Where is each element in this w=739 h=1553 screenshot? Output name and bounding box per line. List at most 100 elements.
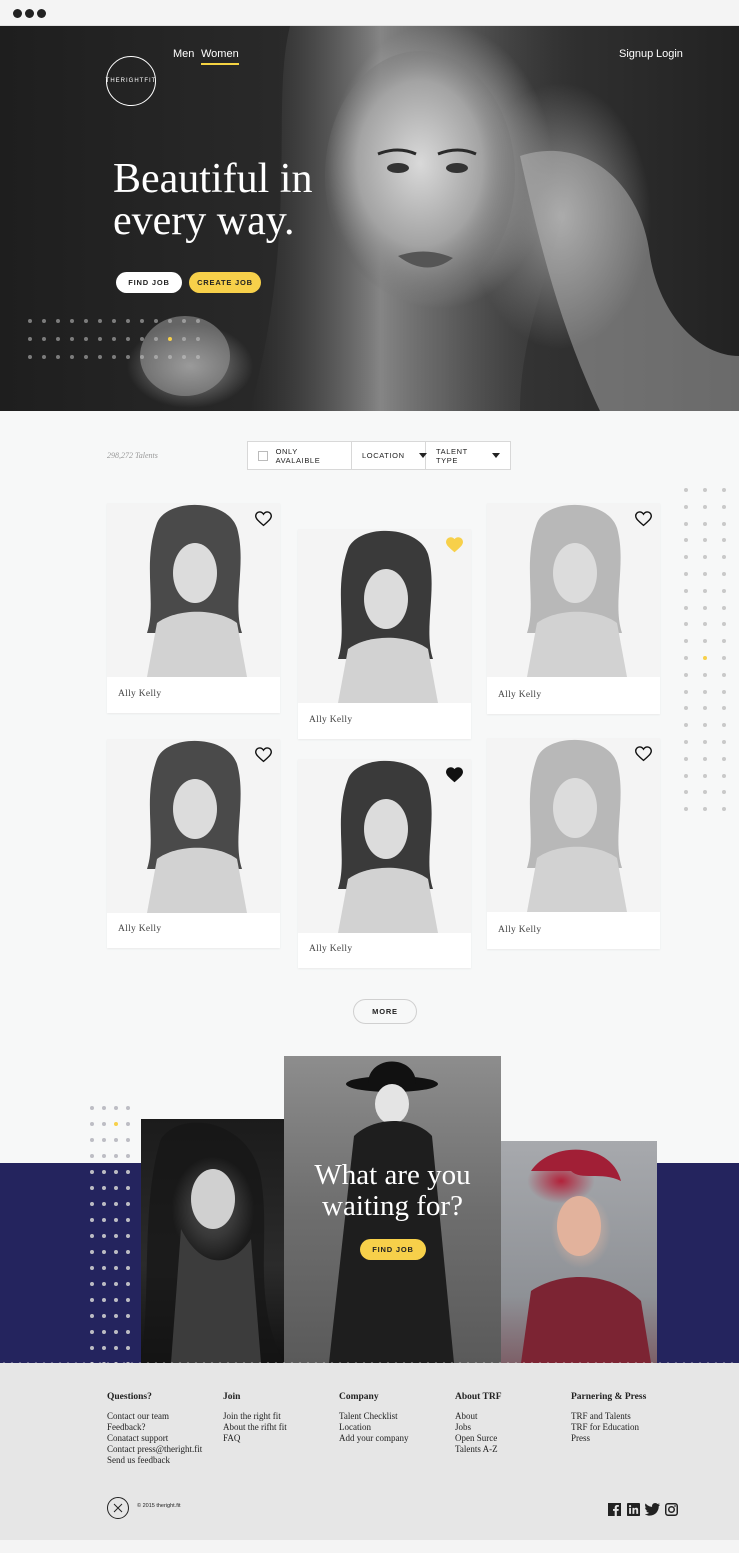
footer-link[interactable]: Location (339, 1422, 409, 1433)
side-dot-pattern (684, 488, 739, 824)
more-button[interactable]: MORE (353, 999, 417, 1024)
heart-icon[interactable] (635, 511, 652, 527)
pattern-dot (90, 1298, 94, 1302)
promo-find-job-button[interactable]: FIND JOB (360, 1239, 426, 1260)
location-dropdown[interactable]: LOCATION (352, 442, 427, 469)
only-available-checkbox[interactable] (258, 450, 268, 461)
only-available-filter[interactable]: ONLY AVALAIBLE (248, 442, 352, 469)
window-minimize-dot[interactable] (25, 9, 34, 18)
create-job-button[interactable]: CREATE JOB (189, 272, 261, 293)
pattern-dot (684, 555, 688, 560)
pattern-dot (722, 639, 726, 644)
facebook-icon[interactable] (608, 1503, 621, 1516)
pattern-dot (722, 706, 726, 711)
pattern-dot (722, 655, 726, 660)
pattern-dot (684, 588, 688, 593)
hero-section: THERIGHTFIT Men Women Signup Login Beaut… (0, 26, 739, 411)
linkedin-icon[interactable] (627, 1503, 640, 1516)
pattern-dot (114, 1122, 118, 1126)
footer-link[interactable]: Conatact support (107, 1433, 202, 1444)
heart-icon[interactable] (635, 746, 652, 762)
pattern-dot (703, 521, 707, 526)
footer-link[interactable]: Talent Checklist (339, 1411, 409, 1422)
pattern-dot (114, 1170, 118, 1174)
pattern-dot (70, 355, 74, 359)
pattern-dot (182, 319, 186, 323)
pattern-dot (98, 319, 102, 323)
pattern-dot (722, 588, 726, 593)
footer-link[interactable]: Contact our team (107, 1411, 202, 1422)
footer-link[interactable]: Add your company (339, 1433, 409, 1444)
window-close-dot[interactable] (13, 9, 22, 18)
footer-link[interactable]: TRF and Talents (571, 1411, 646, 1422)
footer-heading: Questions? (107, 1392, 152, 1402)
footer-link[interactable]: Contact press@theright.fit (107, 1444, 202, 1455)
heart-icon[interactable] (255, 747, 272, 763)
pattern-dot (703, 672, 707, 677)
promo-title-line2: waiting for? (322, 1190, 463, 1222)
pattern-dot (114, 1266, 118, 1270)
pattern-dot (84, 319, 88, 323)
footer-link[interactable]: About (455, 1411, 502, 1422)
pattern-dot (703, 504, 707, 509)
footer-link[interactable]: Press (571, 1433, 646, 1444)
site-logo[interactable]: THERIGHTFIT (106, 56, 156, 106)
find-job-button[interactable]: FIND JOB (116, 272, 182, 293)
pattern-dot (722, 555, 726, 560)
talent-photo[interactable] (298, 759, 471, 933)
pattern-dot (126, 1314, 130, 1318)
pattern-dot (126, 319, 130, 323)
nav-women[interactable]: Women (201, 48, 239, 65)
talent-card[interactable]: Ally Kelly (487, 738, 660, 949)
pattern-dot (90, 1330, 94, 1334)
pattern-dot (90, 1282, 94, 1286)
footer-logo[interactable] (107, 1497, 129, 1519)
twitter-icon[interactable] (645, 1503, 660, 1516)
hero-title-line1: Beautiful in (113, 156, 313, 202)
pattern-dot (114, 1234, 118, 1238)
talent-card[interactable]: Ally Kelly (107, 739, 280, 948)
footer-link[interactable]: Jobs (455, 1422, 502, 1433)
hero-title: Beautiful in every way. (113, 158, 373, 242)
pattern-dot (126, 1282, 130, 1286)
talent-card[interactable]: Ally Kelly (298, 759, 471, 968)
page: THERIGHTFIT Men Women Signup Login Beaut… (0, 0, 739, 1553)
heart-icon[interactable] (255, 511, 272, 527)
talent-card[interactable]: Ally Kelly (298, 529, 471, 739)
talent-photo[interactable] (298, 529, 471, 703)
pattern-dot (703, 555, 707, 560)
pattern-dot (102, 1298, 106, 1302)
nav-signup[interactable]: Signup (619, 48, 653, 60)
pattern-dot (126, 1170, 130, 1174)
footer-link[interactable]: TRF for Education (571, 1422, 646, 1433)
footer-link[interactable]: About the rifht fit (223, 1422, 287, 1433)
nav-login[interactable]: Login (656, 48, 683, 60)
pattern-dot (102, 1202, 106, 1206)
talent-type-dropdown[interactable]: TALENT TYPE (426, 442, 510, 469)
pattern-dot (102, 1154, 106, 1158)
footer-link[interactable]: Open Surce (455, 1433, 502, 1444)
talent-photo[interactable] (487, 503, 660, 677)
pattern-dot (102, 1234, 106, 1238)
heart-icon[interactable] (446, 767, 463, 783)
talent-card[interactable]: Ally Kelly (487, 503, 660, 714)
footer-link[interactable]: FAQ (223, 1433, 287, 1444)
heart-icon[interactable] (446, 537, 463, 553)
pattern-dot (126, 1250, 130, 1254)
footer-link[interactable]: Talents A-Z (455, 1444, 502, 1455)
instagram-icon[interactable] (665, 1503, 678, 1516)
pattern-dot (114, 1202, 118, 1206)
talent-card[interactable]: Ally Kelly (107, 503, 280, 713)
footer-link[interactable]: Join the right fit (223, 1411, 287, 1422)
footer-link[interactable]: Feedback? (107, 1422, 202, 1433)
pattern-dot (126, 1122, 130, 1126)
pattern-dot (112, 337, 116, 341)
talent-photo[interactable] (487, 738, 660, 912)
talent-photo[interactable] (107, 739, 280, 913)
footer-column: Company Talent Checklist Location Add your … (339, 1392, 409, 1444)
nav-men[interactable]: Men (173, 48, 194, 60)
footer-link[interactable]: Send us feedback (107, 1455, 202, 1466)
footer-heading: About TRF (455, 1392, 502, 1402)
window-maximize-dot[interactable] (37, 9, 46, 18)
talent-photo[interactable] (107, 503, 280, 677)
